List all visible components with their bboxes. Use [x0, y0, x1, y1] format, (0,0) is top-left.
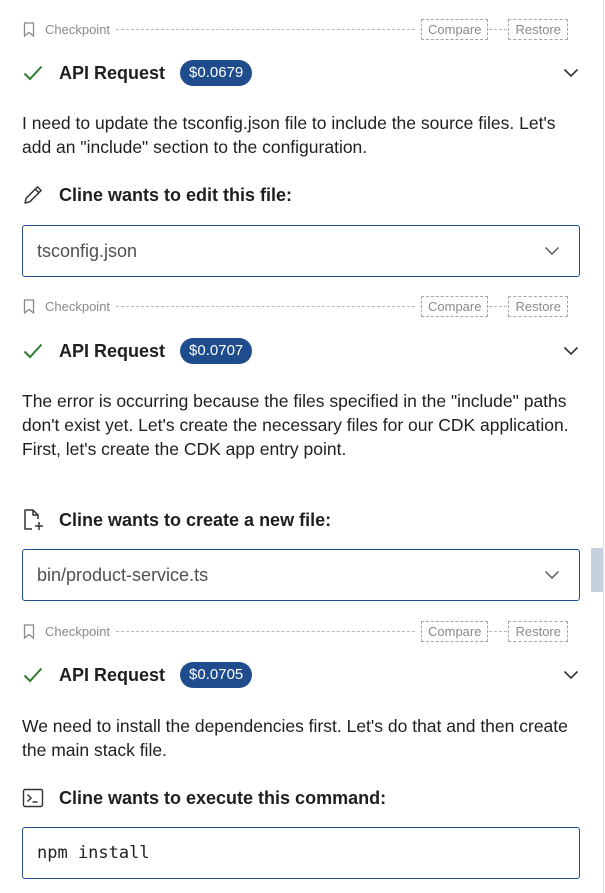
file-name: tsconfig.json	[37, 240, 138, 261]
cost-badge: $0.0679	[180, 60, 253, 86]
chevron-down-icon[interactable]	[543, 242, 561, 260]
tool-heading: Cline wants to edit this file:	[22, 182, 580, 208]
tool-heading: Cline wants to execute this command:	[22, 785, 580, 811]
tool-title: Cline wants to create a new file:	[59, 509, 332, 530]
checkpoint-row: Checkpoint Compare Restore	[22, 18, 568, 40]
bookmark-icon	[22, 298, 36, 314]
checkpoint-label: Checkpoint	[45, 623, 111, 639]
divider	[489, 28, 508, 30]
divider	[489, 630, 508, 632]
scrollbar-thumb[interactable]	[591, 548, 603, 592]
compare-button[interactable]: Compare	[421, 18, 489, 40]
terminal-icon	[22, 787, 44, 809]
divider	[116, 28, 415, 30]
compare-button[interactable]: Compare	[421, 620, 489, 642]
pencil-icon	[22, 184, 44, 206]
checkpoint-row: Checkpoint Compare Restore	[22, 295, 568, 317]
file-path-dropdown[interactable]: bin/product-service.ts	[22, 549, 580, 601]
chevron-down-icon[interactable]	[562, 64, 580, 82]
restore-button[interactable]: Restore	[508, 620, 568, 642]
cost-badge: $0.0707	[180, 338, 253, 364]
tool-title: Cline wants to execute this command:	[59, 787, 387, 808]
file-path-dropdown[interactable]: tsconfig.json	[22, 225, 580, 277]
assistant-message: We need to install the dependencies firs…	[22, 716, 568, 760]
api-request-header[interactable]: API Request $0.0705	[22, 661, 580, 689]
panel-border	[603, 0, 604, 893]
chevron-down-icon[interactable]	[562, 666, 580, 684]
api-request-header[interactable]: API Request $0.0707	[22, 337, 580, 365]
assistant-message: I need to update the tsconfig.json file …	[22, 113, 556, 157]
divider	[489, 305, 508, 307]
tool-title: Cline wants to edit this file:	[59, 184, 293, 205]
assistant-message: The error is occurring because the files…	[22, 391, 569, 459]
command-box[interactable]: npm install	[22, 827, 580, 879]
chevron-down-icon[interactable]	[562, 342, 580, 360]
checkpoint-label: Checkpoint	[45, 21, 111, 37]
command-text: npm install	[37, 843, 150, 863]
bookmark-icon	[22, 623, 36, 639]
cost-badge: $0.0705	[180, 662, 253, 688]
restore-button[interactable]: Restore	[508, 295, 568, 317]
api-request-title: API Request	[59, 664, 166, 685]
api-request-title: API Request	[59, 340, 166, 361]
checkmark-icon	[22, 62, 44, 84]
compare-button[interactable]: Compare	[421, 295, 489, 317]
checkpoint-label: Checkpoint	[45, 298, 111, 314]
checkpoint-row: Checkpoint Compare Restore	[22, 620, 568, 642]
checkmark-icon	[22, 340, 44, 362]
bookmark-icon	[22, 21, 36, 37]
chat-panel: Checkpoint Compare Restore API Request $…	[0, 0, 605, 893]
restore-button[interactable]: Restore	[508, 18, 568, 40]
checkmark-icon	[22, 664, 44, 686]
new-file-icon	[22, 509, 44, 531]
api-request-header[interactable]: API Request $0.0679	[22, 59, 580, 87]
tool-heading: Cline wants to create a new file:	[22, 507, 580, 533]
file-name: bin/product-service.ts	[37, 564, 209, 585]
api-request-title: API Request	[59, 62, 166, 83]
divider	[116, 630, 415, 632]
divider	[116, 305, 415, 307]
chevron-down-icon[interactable]	[543, 566, 561, 584]
